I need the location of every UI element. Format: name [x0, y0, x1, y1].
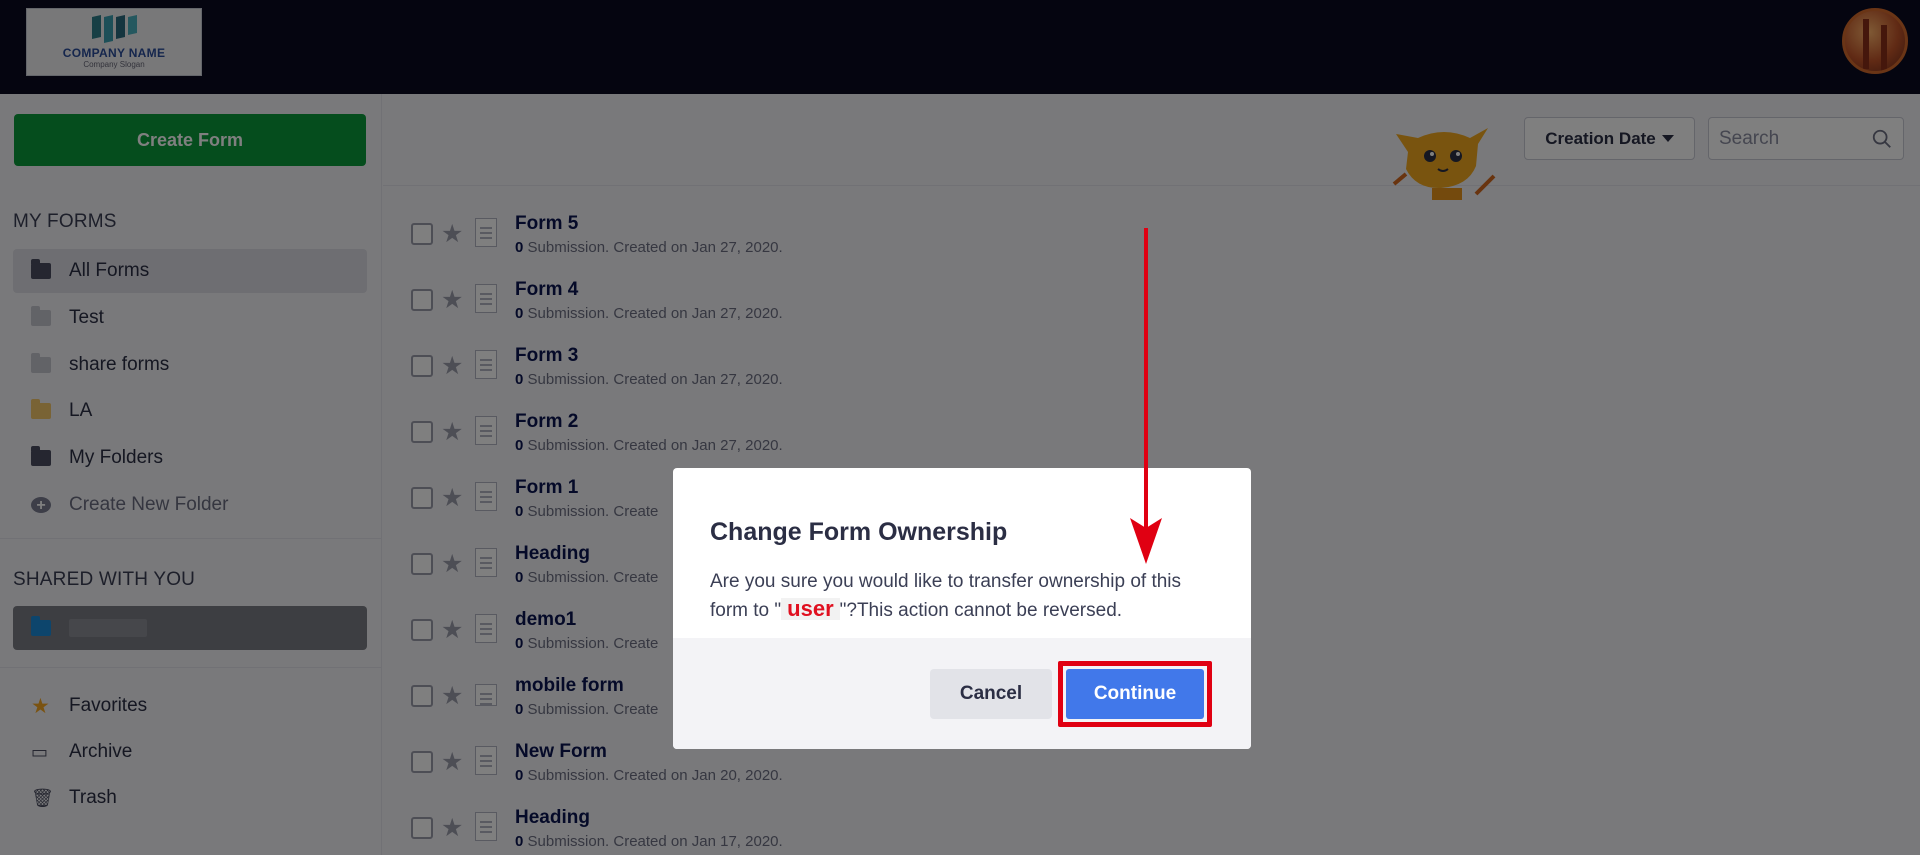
dialog-title: Change Form Ownership: [710, 518, 1008, 546]
highlight-box: Continue: [1058, 661, 1212, 727]
dialog-footer: Cancel Continue: [673, 638, 1251, 749]
cancel-button[interactable]: Cancel: [930, 669, 1052, 719]
dialog-message: Are you sure you would like to transfer …: [710, 571, 1182, 621]
annotation-arrow: [1130, 228, 1162, 564]
target-username: user: [781, 598, 840, 620]
continue-button[interactable]: Continue: [1066, 669, 1204, 719]
change-ownership-dialog: Change Form Ownership Are you sure you w…: [673, 468, 1251, 749]
